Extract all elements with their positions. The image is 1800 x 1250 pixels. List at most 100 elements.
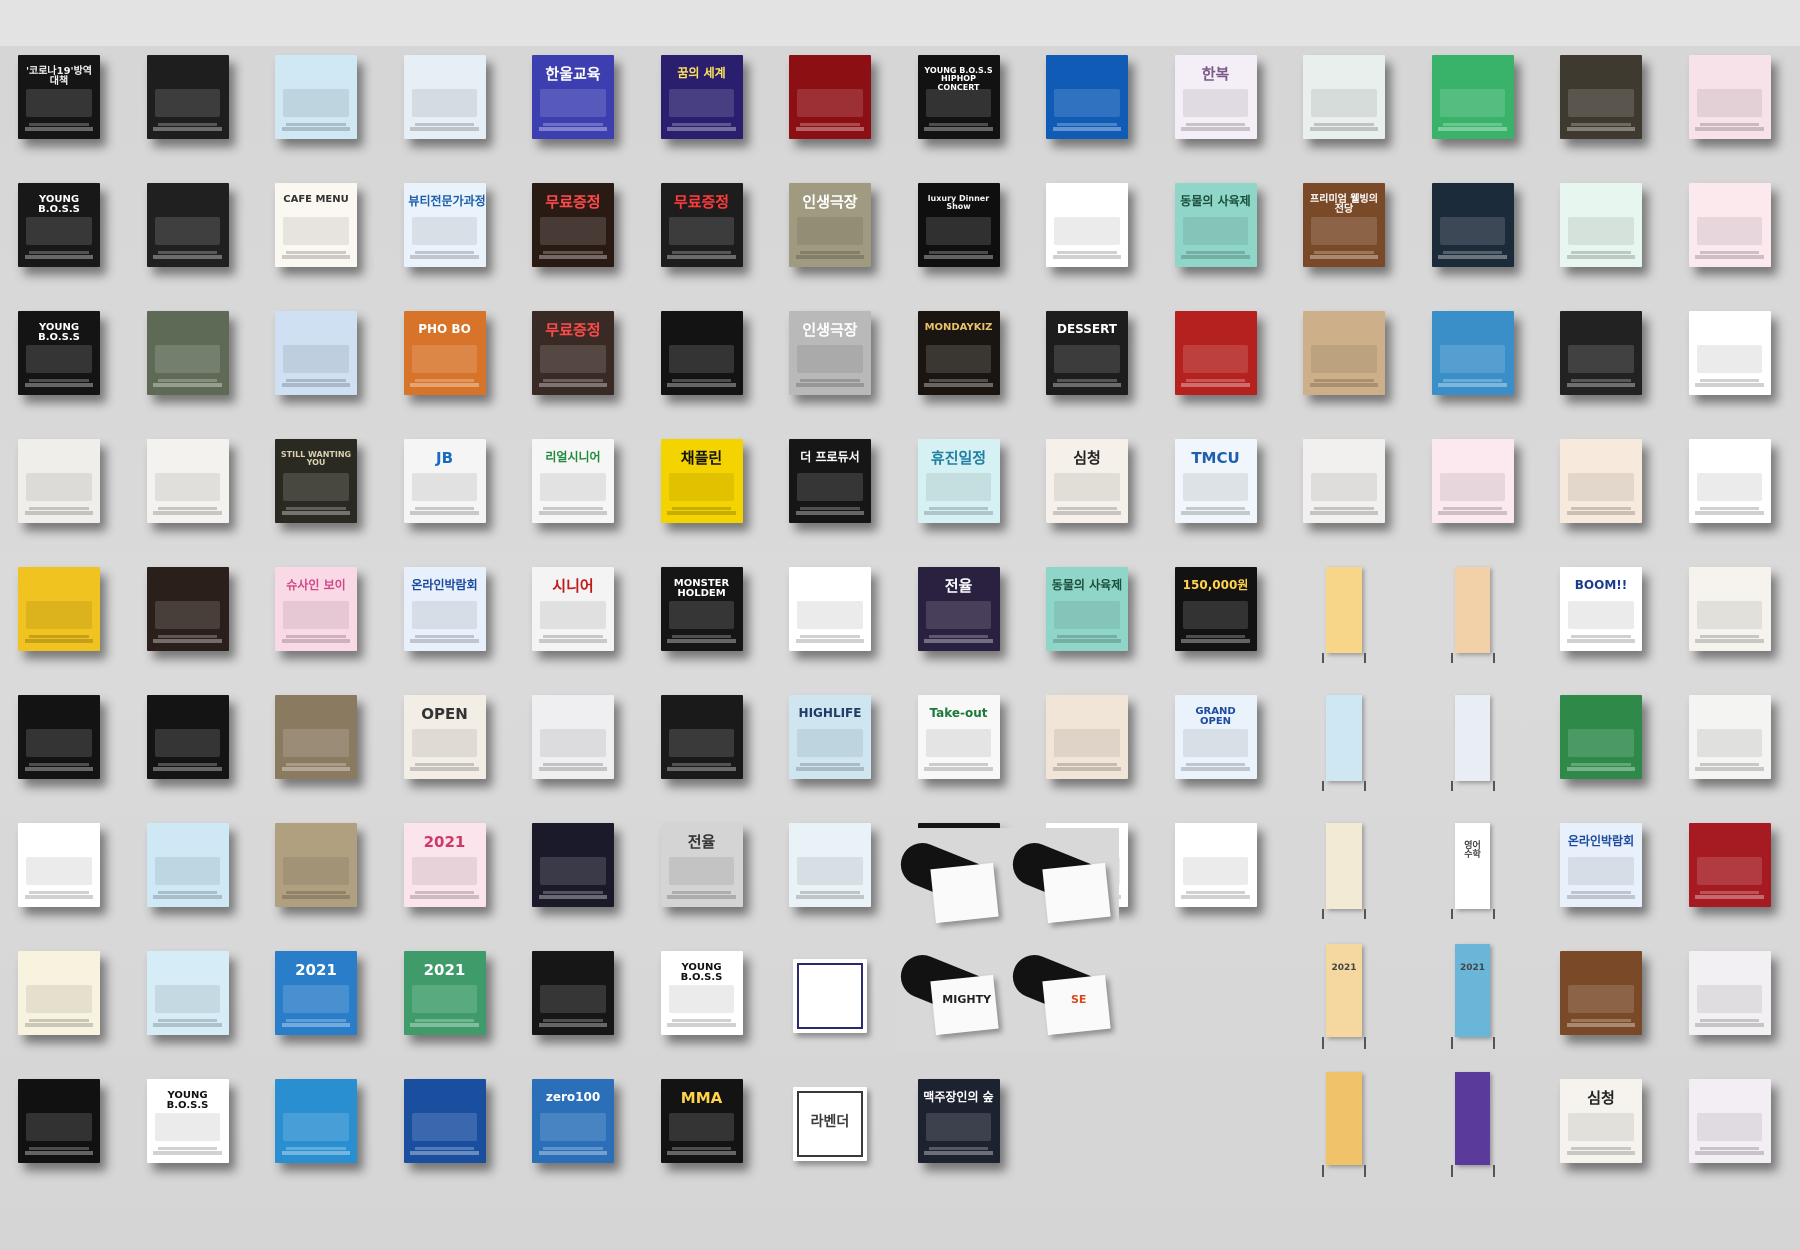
poster-text-line xyxy=(543,250,603,254)
poster-tile-r6c9 xyxy=(1046,695,1128,779)
poster-headline: 한복 xyxy=(1201,64,1230,83)
poster-text-line xyxy=(671,122,732,126)
poster-text-line xyxy=(286,634,346,638)
poster-text-line xyxy=(928,762,989,766)
poster-image-area xyxy=(1182,600,1249,630)
poster-image-area xyxy=(925,728,992,758)
poster-tile-r5c12 xyxy=(1418,561,1528,665)
poster-tile-r6c6 xyxy=(660,695,743,779)
poster-image-area xyxy=(411,728,478,758)
poster-text-line xyxy=(928,122,989,126)
poster-tile-r8c11: 2021 xyxy=(1289,937,1399,1051)
poster-text-line xyxy=(671,378,732,382)
poster-text-line xyxy=(281,638,351,643)
poster-headline: MONSTER HOLDEM xyxy=(673,577,730,600)
poster-text-line xyxy=(281,894,351,899)
poster-tile-r2c7: 인생극장 xyxy=(789,183,871,267)
banner-stand xyxy=(1322,1037,1366,1049)
poster-tile-r8c10 xyxy=(1007,828,1119,940)
poster-image-area xyxy=(154,472,221,502)
poster-image-area xyxy=(540,216,606,246)
poster-headline: Take-out xyxy=(929,705,988,720)
poster-gallery-grid: '코로나19'방역 대책 한울교육 꿈의 세계 YOUNG B.O.S.S HIPHO… xyxy=(0,0,1800,1250)
poster-image-area xyxy=(1439,216,1506,246)
roll-label-card xyxy=(930,862,999,923)
poster-image-area xyxy=(154,1112,221,1142)
poster-text-line xyxy=(1181,766,1250,771)
poster-tile-r1c2 xyxy=(146,55,229,139)
poster-headline: 인생극장 xyxy=(802,192,858,211)
poster-tile-r5c2 xyxy=(146,567,229,651)
poster-text-line xyxy=(538,1022,608,1027)
poster-text-line xyxy=(29,1146,89,1150)
poster-image-area xyxy=(1182,216,1249,246)
poster-tile-r1c7 xyxy=(789,55,871,139)
poster-text-line xyxy=(414,890,475,894)
poster-tile-r9c2: YOUNG B.O.S.S xyxy=(146,1079,229,1163)
poster-headline: DESSERT xyxy=(1057,321,1117,336)
poster-tile-r2c13 xyxy=(1560,183,1642,267)
poster-text-line xyxy=(410,638,479,643)
poster-tile-r7c13: 온라인박람회 xyxy=(1560,823,1642,907)
banner-panel xyxy=(1454,695,1491,781)
poster-image-area xyxy=(1696,1112,1763,1142)
poster-headline: 온라인박람회 xyxy=(411,577,478,592)
poster-text-line xyxy=(24,510,94,515)
poster-text-line xyxy=(1566,766,1636,771)
poster-tile-r4c2 xyxy=(146,439,229,523)
poster-text-line xyxy=(281,382,351,387)
poster-text-line xyxy=(29,1018,89,1022)
poster-tile-r3c9: DESSERT xyxy=(1046,311,1128,395)
poster-tile-r7c6: 전율 xyxy=(660,823,743,907)
poster-text-line xyxy=(410,126,479,131)
poster-text-line xyxy=(538,254,608,259)
poster-headline: 라벤더 xyxy=(810,1114,850,1131)
poster-tile-r5c8: 전율 xyxy=(917,567,1000,651)
poster-text-line xyxy=(1438,254,1507,259)
poster-text-line xyxy=(414,634,475,638)
poster-image-area xyxy=(925,1112,992,1142)
poster-tile-r1c14 xyxy=(1688,55,1771,139)
poster-tile-r7c11 xyxy=(1289,817,1399,921)
poster-image-area xyxy=(1311,344,1377,374)
poster-text-line xyxy=(1185,634,1246,638)
poster-text-line xyxy=(1052,766,1122,771)
poster-image-area xyxy=(797,728,863,758)
poster-text-line xyxy=(1571,122,1631,126)
poster-image-area xyxy=(1439,88,1506,118)
poster-text-line xyxy=(924,382,993,387)
poster-tile-r2c3: CAFE MENU xyxy=(275,183,357,267)
poster-image-area xyxy=(411,984,478,1014)
poster-image-area xyxy=(1568,600,1634,630)
poster-headline: 동물의 사육제 xyxy=(1180,193,1251,208)
poster-image-area xyxy=(1182,728,1249,758)
poster-tile-r5c1 xyxy=(18,567,100,651)
poster-tile-r7c2 xyxy=(146,823,229,907)
poster-headline: STILL WANTING YOU xyxy=(280,449,352,468)
poster-image-area xyxy=(668,728,735,758)
poster-tile-r4c4: JB xyxy=(403,439,486,523)
poster-text-line xyxy=(29,890,89,894)
poster-text-line xyxy=(286,890,346,894)
poster-text-line xyxy=(157,890,218,894)
poster-text-line xyxy=(29,122,89,126)
poster-headline: 영어 수학 xyxy=(1464,840,1481,861)
poster-tile-r3c7: 인생극장 xyxy=(789,311,871,395)
poster-image-area xyxy=(1054,216,1120,246)
poster-tile-r5c7 xyxy=(789,567,871,651)
poster-text-line xyxy=(543,506,603,510)
poster-text-line xyxy=(538,638,608,643)
poster-text-line xyxy=(543,378,603,382)
poster-tile-r3c12 xyxy=(1431,311,1514,395)
poster-text-line xyxy=(1314,506,1374,510)
poster-tile-r4c8: 휴진일정 xyxy=(917,439,1000,523)
poster-tile-r4c7: 더 프로듀서 xyxy=(789,439,871,523)
poster-tile-r1c12 xyxy=(1431,55,1514,139)
poster-image-area xyxy=(797,472,863,502)
poster-text-line xyxy=(1442,122,1503,126)
poster-headline: 2021 xyxy=(1331,963,1357,974)
poster-text-line xyxy=(1699,890,1760,894)
banner-panel xyxy=(1326,567,1362,653)
poster-tile-r2c12 xyxy=(1431,183,1514,267)
poster-text-line xyxy=(1052,382,1122,387)
